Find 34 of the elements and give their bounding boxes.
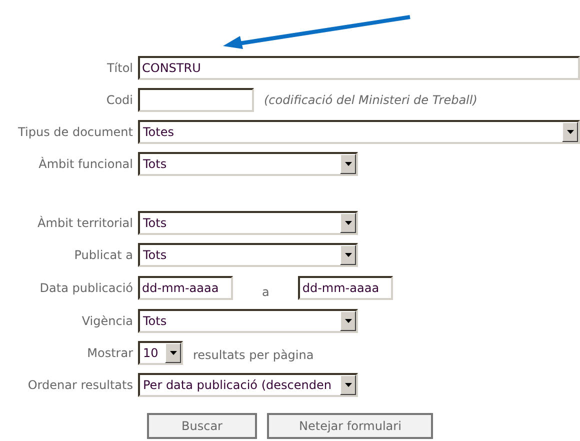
field-label: Vigència <box>80 313 133 330</box>
text-field[interactable]: CONSTRU <box>138 56 580 80</box>
dropdown[interactable]: Tots <box>138 211 358 235</box>
field-label: Àmbit territorial <box>36 214 133 232</box>
caret-icon <box>344 162 352 166</box>
pointer-arrow-icon <box>222 14 412 50</box>
caret-icon <box>344 253 352 257</box>
caret-icon <box>170 351 176 355</box>
field-label: Publicat a <box>73 247 133 264</box>
caret-icon <box>344 221 352 225</box>
dropdown[interactable]: 10 <box>138 341 183 365</box>
text-field[interactable]: dd-mm-aaaa <box>138 276 233 300</box>
form-button[interactable]: Netejar formulari <box>267 413 434 439</box>
caret-icon <box>344 319 352 323</box>
field-label: Tipus de document <box>17 124 133 141</box>
range-separator: a <box>262 284 270 301</box>
field-label: Títol <box>106 60 133 77</box>
field-label: Codi <box>105 92 133 109</box>
caret-icon <box>344 383 352 387</box>
dropdown[interactable]: Tots <box>138 309 358 333</box>
form-button[interactable]: Buscar <box>147 413 257 439</box>
caret-icon <box>566 130 574 134</box>
field-label: Ordenar resultats <box>26 377 133 394</box>
dropdown[interactable]: Totes <box>138 120 580 144</box>
hint-text: resultats per pàgina <box>193 347 314 364</box>
text-field[interactable]: dd-mm-aaaa <box>298 276 394 300</box>
text-field[interactable] <box>138 88 254 112</box>
hint-text: (codificació del Ministeri de Treball) <box>264 92 478 109</box>
dropdown[interactable]: Per data publicació (descenden <box>138 373 358 397</box>
field-label: Data publicació <box>38 280 133 297</box>
field-label: Mostrar <box>86 345 133 362</box>
dropdown[interactable]: Tots <box>138 152 358 176</box>
field-label: Àmbit funcional <box>38 156 133 173</box>
dropdown[interactable]: Tots <box>138 243 358 267</box>
